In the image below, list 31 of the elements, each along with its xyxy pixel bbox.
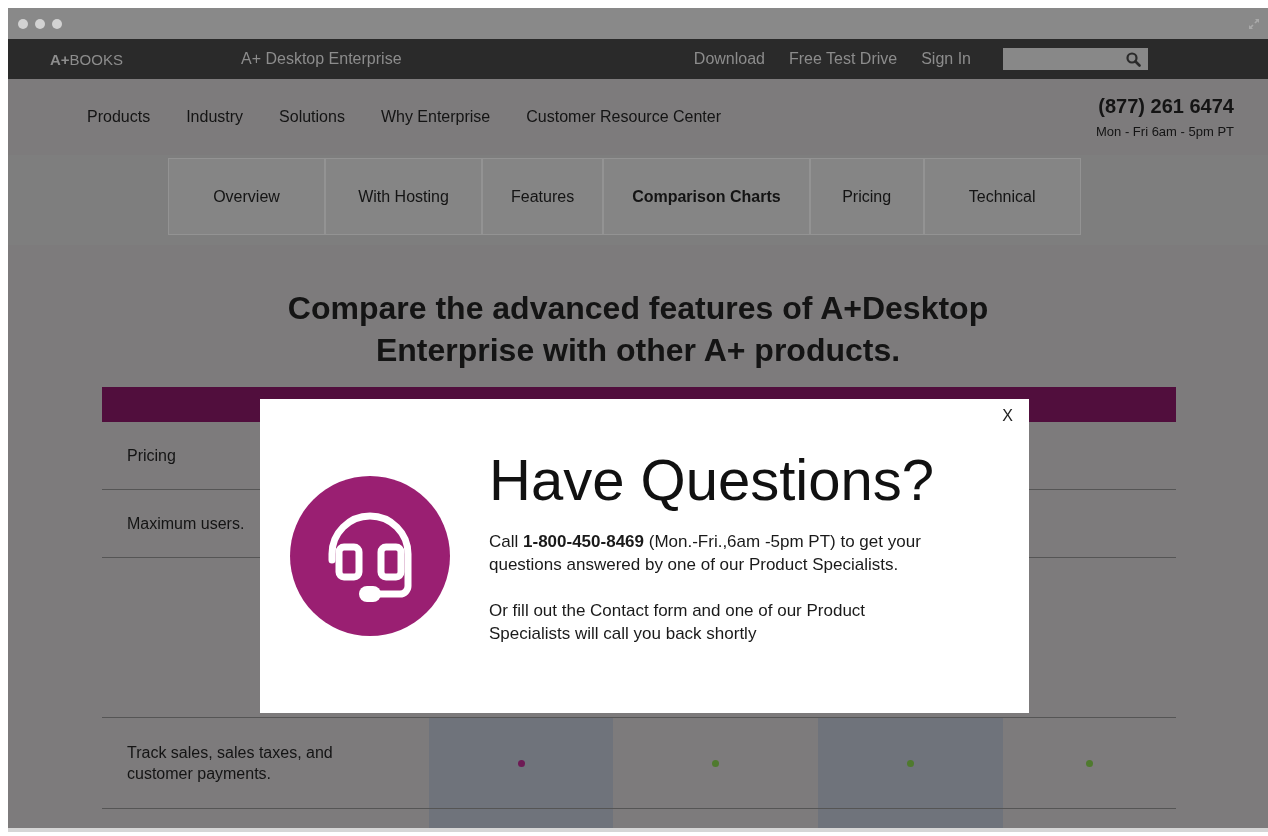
nav-link[interactable]: Solutions [279,108,345,126]
tab[interactable]: Technical [923,158,1081,235]
tab[interactable]: Overview [168,158,325,235]
search-field[interactable] [1003,48,1148,70]
expand-icon[interactable] [1248,17,1260,30]
feature-label: Track sales, sales taxes, and customer payments. [127,743,334,784]
window-controls-icon[interactable] [18,18,62,29]
search-icon[interactable] [1126,51,1141,67]
phone-number: (877) 261 6474 [1098,95,1234,118]
page-heading: Compare the advanced features of A+Desktop Enterprise with other A+ products. [286,289,990,370]
close-button[interactable]: X [1000,405,1015,427]
feature-label: Maximum users. [127,514,245,534]
tab[interactable]: Features [482,158,604,235]
tab[interactable]: With Hosting [325,158,482,235]
nav-link[interactable]: Products [87,108,151,126]
office-hours: Mon - Fri 6am - 5pm PT [1096,124,1234,139]
logo[interactable]: A+BOOKS [50,50,241,68]
top-link[interactable]: Free Test Drive [789,50,898,68]
nav-link[interactable]: Customer Resource Center [526,108,721,126]
dialog-text: Or fill out the Contact form and one of our Product Specialists will call you back shortly [489,599,867,645]
top-link[interactable]: Download [693,50,765,68]
top-link[interactable]: Sign In [921,50,971,68]
nav-link[interactable]: Industry [186,108,244,126]
tab[interactable]: Pricing [809,158,924,235]
dialog-text: Call 1-800-450-8469 (Mon.-Fri.,6am -5pm PT) to get your questions answered by one of our Product Specialists. [489,530,922,576]
headset-icon [290,476,450,636]
product-name: A+ Desktop Enterprise [241,50,402,68]
feature-label: Pricing [127,446,176,466]
tab[interactable]: Comparison Charts [603,158,810,235]
dialog-title: Have Questions? [489,447,935,512]
nav-link[interactable]: Why Enterprise [380,108,491,126]
